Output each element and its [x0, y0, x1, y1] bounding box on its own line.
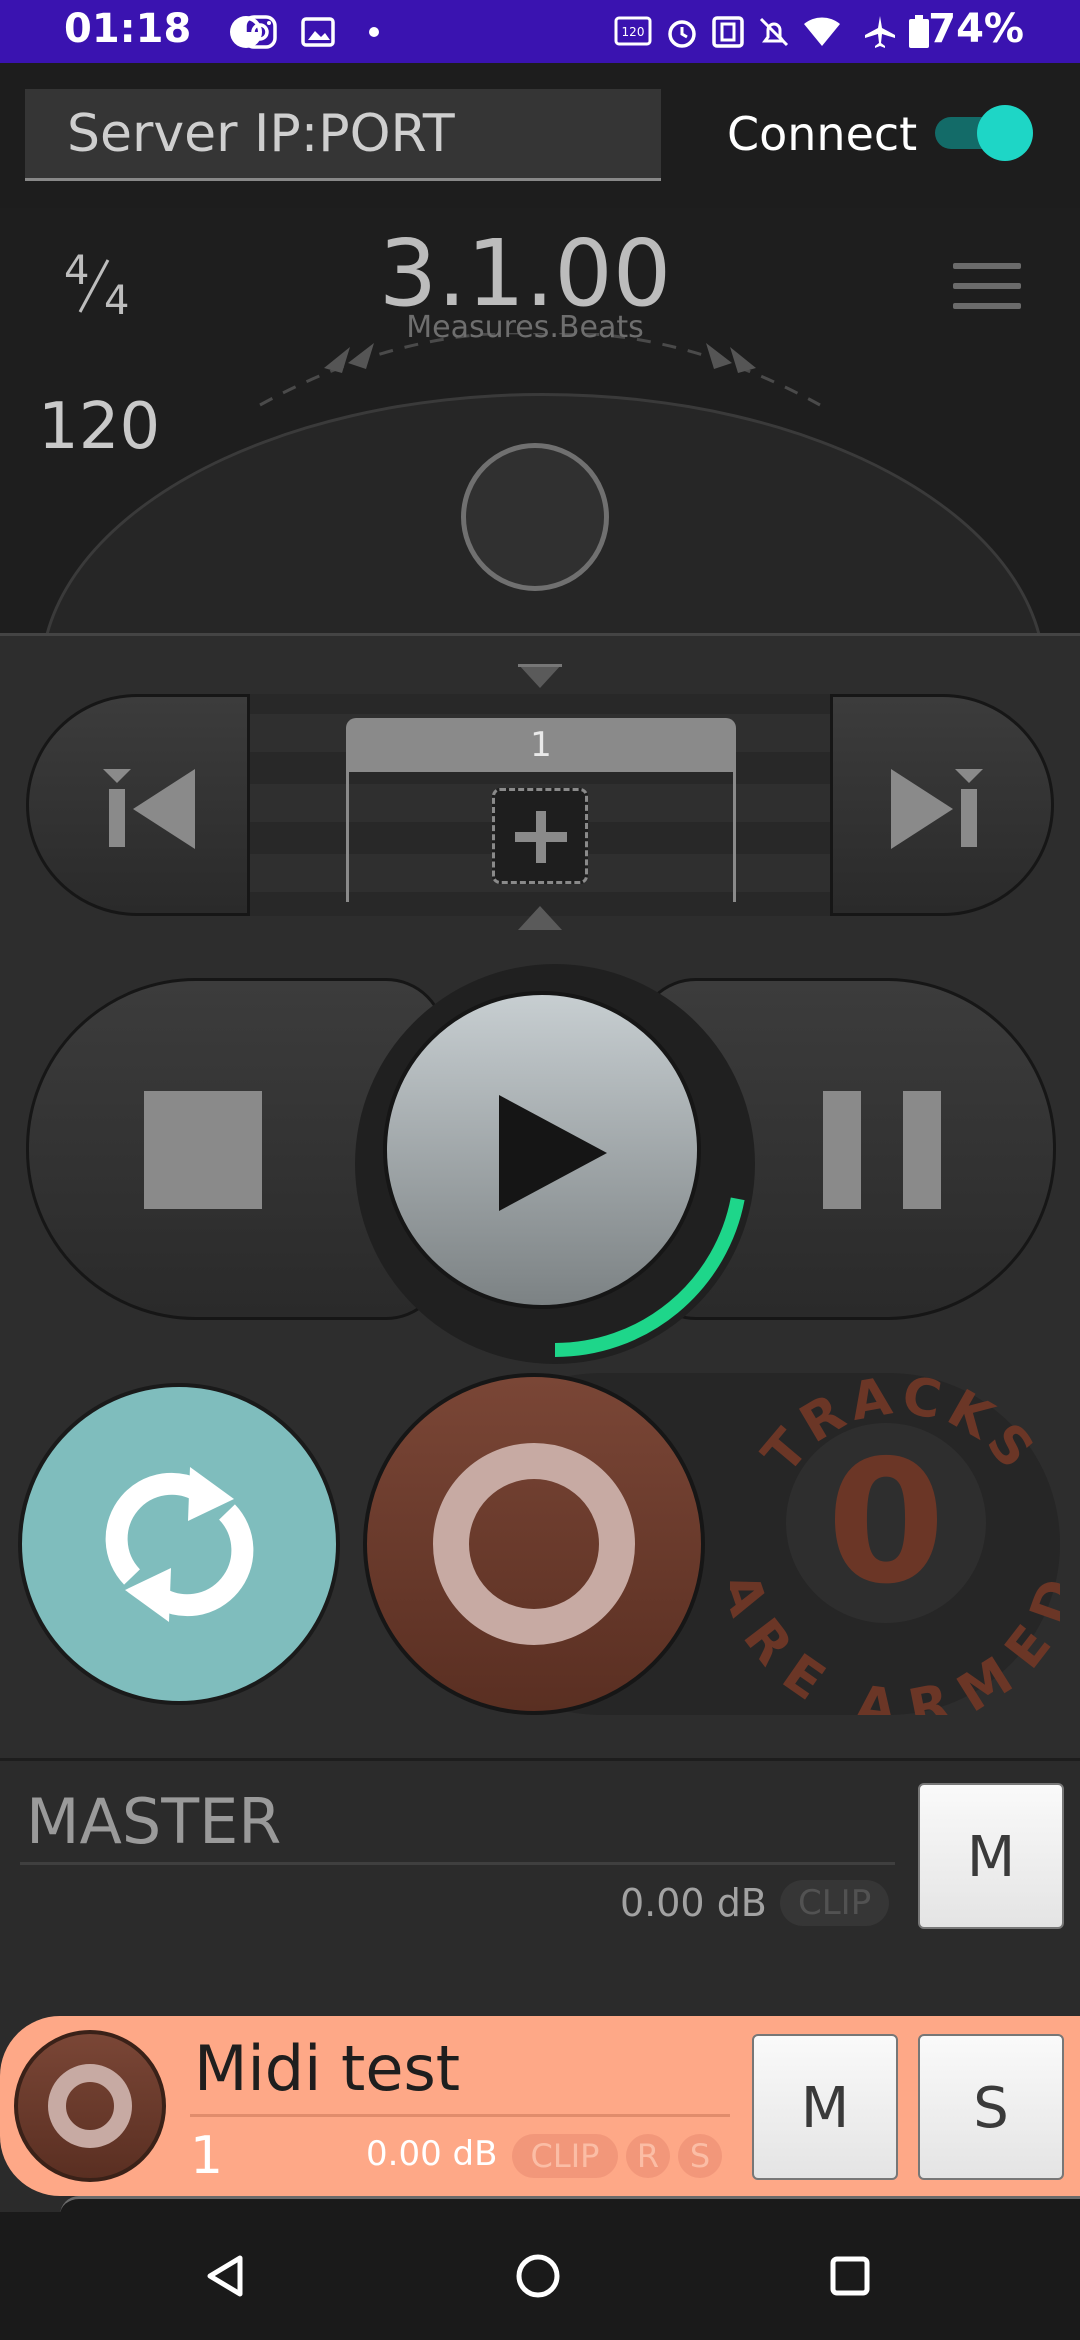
skip-back-icon: [103, 769, 195, 849]
bell-off-icon: [759, 17, 789, 47]
connect-bar: Connect: [0, 63, 1080, 208]
track-divider: [190, 2114, 730, 2117]
pause-icon: [823, 1091, 941, 1209]
track-solo-button[interactable]: S: [918, 2034, 1064, 2180]
home-icon[interactable]: [514, 2252, 562, 2300]
armed-count: 0: [786, 1423, 986, 1623]
transport-panel: 1 TRACKS ARE ARMED: [0, 633, 1080, 1761]
svg-text:120: 120: [622, 25, 645, 39]
record-button[interactable]: [363, 1373, 705, 1715]
next-marker-button[interactable]: [830, 694, 1054, 916]
status-bar: 01:18 120 74%: [0, 0, 1080, 63]
wifi-icon: [804, 17, 840, 46]
loop-icon: [105, 1467, 254, 1622]
track-clip-indicator[interactable]: CLIP: [512, 2134, 618, 2178]
recents-icon[interactable]: [828, 2254, 872, 2298]
airplane-icon: [865, 16, 895, 48]
dot-icon: [369, 27, 379, 37]
nfc-icon: [712, 16, 744, 48]
stop-icon: [144, 1091, 262, 1209]
transport-header: 4 4 3.1.00 Measures.Beats 120: [0, 208, 1080, 633]
master-mute-button[interactable]: M: [918, 1783, 1064, 1929]
previous-marker-button[interactable]: [26, 694, 250, 916]
jog-dial-knob[interactable]: [461, 443, 609, 591]
track-volume[interactable]: 0.00 dB: [366, 2134, 497, 2174]
refresh-rate-120hz-icon: 120: [614, 16, 652, 46]
toggle-thumb: [977, 105, 1033, 161]
loop-button[interactable]: [18, 1383, 340, 1705]
add-marker-button[interactable]: [492, 788, 588, 884]
skip-forward-icon: [891, 769, 983, 849]
record-icon: [48, 2064, 132, 2148]
play-button[interactable]: [383, 991, 701, 1309]
master-title: MASTER: [26, 1785, 282, 1858]
record-icon: [433, 1443, 635, 1645]
jog-direction-arrows: [259, 333, 821, 407]
track-name[interactable]: Midi test: [194, 2032, 460, 2105]
master-divider: [20, 1862, 895, 1865]
track-rec-indicator[interactable]: R: [626, 2134, 670, 2178]
connect-label: Connect: [727, 107, 918, 161]
instagram-icon: [243, 15, 277, 49]
marker-down-arrow-icon: [518, 906, 562, 930]
position-format-label: Measures.Beats: [406, 310, 644, 345]
play-icon: [499, 1095, 607, 1211]
gallery-icon: [301, 17, 335, 47]
connect-toggle[interactable]: [935, 105, 1033, 161]
marker-tab[interactable]: 1: [346, 718, 736, 772]
track-solo-indicator[interactable]: S: [678, 2134, 722, 2178]
tempo-display[interactable]: 120: [38, 390, 160, 464]
track-record-arm-button[interactable]: [14, 2030, 166, 2182]
alarm-icon: [668, 20, 696, 48]
plus-icon: [515, 811, 567, 863]
track-row[interactable]: Midi test 1 0.00 dB CLIP R S M S: [0, 2016, 1080, 2196]
back-icon[interactable]: [204, 2254, 246, 2298]
track-mute-button[interactable]: M: [752, 2034, 898, 2180]
master-clip-indicator[interactable]: CLIP: [780, 1880, 890, 1926]
battery-percent: 74%: [928, 6, 1024, 52]
track-number: 1: [190, 2126, 224, 2186]
navigation-bar: [0, 2212, 1080, 2340]
marker-up-arrow-icon: [518, 664, 562, 688]
master-volume[interactable]: 0.00 dB: [620, 1881, 767, 1925]
menu-icon[interactable]: [953, 263, 1021, 311]
master-channel: MASTER 0.00 dB CLIP M: [0, 1758, 1080, 2019]
server-address-input[interactable]: [25, 89, 661, 181]
status-time: 01:18: [64, 6, 192, 52]
